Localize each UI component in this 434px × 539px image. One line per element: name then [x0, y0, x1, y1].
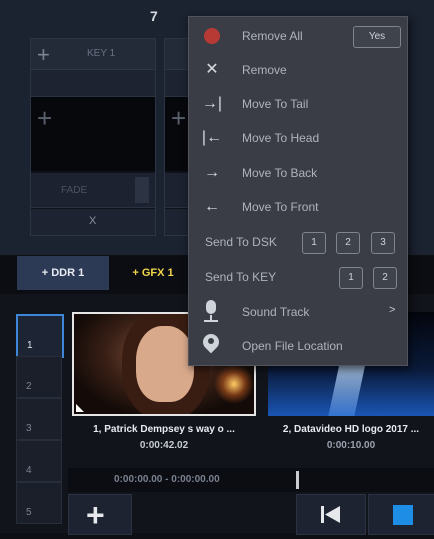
timecode-range: 0:00:00.00 - 0:00:00.00	[114, 474, 220, 485]
menu-item-open-file-location[interactable]: Open File Location	[189, 329, 407, 363]
plus-icon: +	[86, 497, 105, 533]
clip-title-1: 1, Patrick Dempsey s way o ...	[93, 424, 235, 435]
clip-duration-1: 0:00:42.02	[139, 440, 189, 451]
key-2-button[interactable]: 2	[373, 267, 397, 289]
thumbnail-face	[136, 326, 194, 402]
slot-item[interactable]: 3	[16, 398, 62, 440]
arrow-left-icon: ←	[204, 198, 220, 215]
menu-label: Move To Back	[242, 166, 318, 180]
remove-all-icon	[204, 28, 220, 44]
submenu-arrow-icon: >	[389, 304, 396, 316]
dsk-3-button[interactable]: 3	[371, 232, 395, 254]
key-column-2: +	[164, 38, 191, 236]
panel-number: 7	[150, 8, 158, 24]
slot-item[interactable]: 4	[16, 440, 62, 482]
yes-button[interactable]: Yes	[353, 26, 401, 48]
menu-item-move-to-tail[interactable]: →| Move To Tail	[189, 87, 407, 121]
menu-item-send-to-dsk: Send To DSK 1 2 3	[189, 225, 407, 259]
key-column-1: + KEY 1 + FADE X	[30, 38, 156, 236]
menu-label: Move To Head	[242, 131, 320, 145]
add-source-icon-2[interactable]: +	[171, 103, 186, 134]
arrow-to-start-icon: |←	[201, 129, 223, 146]
fade-dropdown-icon[interactable]	[135, 177, 149, 203]
fade-label: FADE	[61, 185, 88, 196]
timeline-bar[interactable]: 0:00:00.00 - 0:00:00.00	[68, 468, 434, 492]
microphone-base	[204, 320, 218, 322]
menu-item-move-to-front[interactable]: ← Move To Front	[189, 190, 407, 224]
key-preview[interactable]: +	[31, 97, 155, 171]
menu-label: Open File Location	[242, 339, 343, 353]
tab-ddr-1[interactable]: + DDR 1	[17, 256, 109, 290]
arrow-right-icon: →	[204, 164, 220, 181]
key-label: KEY 1	[87, 48, 116, 59]
add-key-icon[interactable]: +	[37, 42, 50, 68]
thumbnail-lights	[214, 364, 254, 404]
stop-icon	[393, 505, 413, 525]
menu-item-remove[interactable]: ✕ Remove	[189, 53, 407, 87]
add-source-icon[interactable]: +	[37, 103, 52, 134]
context-menu: Remove All Yes ✕ Remove →| Move To Tail …	[188, 16, 408, 366]
dsk-1-button[interactable]: 1	[302, 232, 326, 254]
arrow-to-end-icon: →|	[201, 95, 223, 112]
close-icon: ✕	[205, 61, 219, 78]
location-pin-hole	[208, 338, 214, 344]
menu-label: Sound Track	[242, 305, 310, 319]
skip-back-icon	[321, 506, 340, 523]
slot-item[interactable]: 2	[16, 356, 62, 398]
add-clip-button[interactable]: +	[68, 494, 132, 535]
menu-item-remove-all[interactable]: Remove All Yes	[189, 19, 407, 53]
previous-button[interactable]	[296, 494, 366, 535]
menu-item-move-to-head[interactable]: |← Move To Head	[189, 121, 407, 155]
fade-control[interactable]: FADE	[31, 173, 155, 208]
key-x-row[interactable]: X	[31, 209, 155, 235]
menu-label: Send To DSK	[205, 235, 277, 249]
slot-item[interactable]: 5	[16, 482, 62, 524]
timeline-marker[interactable]	[296, 471, 299, 489]
key-header: + KEY 1	[31, 39, 155, 70]
key-1-button[interactable]: 1	[339, 267, 363, 289]
microphone-icon	[206, 300, 216, 314]
tab-gfx-1[interactable]: + GFX 1	[118, 256, 188, 290]
slot-item[interactable]: 1	[16, 314, 64, 358]
stop-button[interactable]	[368, 494, 434, 535]
key-x-label: X	[89, 215, 97, 227]
menu-label: Remove	[242, 63, 287, 77]
menu-item-sound-track[interactable]: Sound Track >	[189, 295, 407, 329]
menu-item-move-to-back[interactable]: → Move To Back	[189, 156, 407, 190]
menu-item-send-to-key: Send To KEY 1 2	[189, 260, 407, 294]
menu-label: Move To Front	[242, 200, 319, 214]
clip-duration-2: 0:00:10.00	[326, 440, 376, 451]
dsk-2-button[interactable]: 2	[336, 232, 360, 254]
menu-label: Remove All	[242, 29, 303, 43]
resize-corner-icon	[76, 404, 84, 412]
menu-label: Move To Tail	[242, 97, 309, 111]
key-row	[31, 70, 155, 97]
clip-title-2: 2, Datavideo HD logo 2017 ...	[282, 424, 420, 435]
menu-label: Send To KEY	[205, 270, 277, 284]
